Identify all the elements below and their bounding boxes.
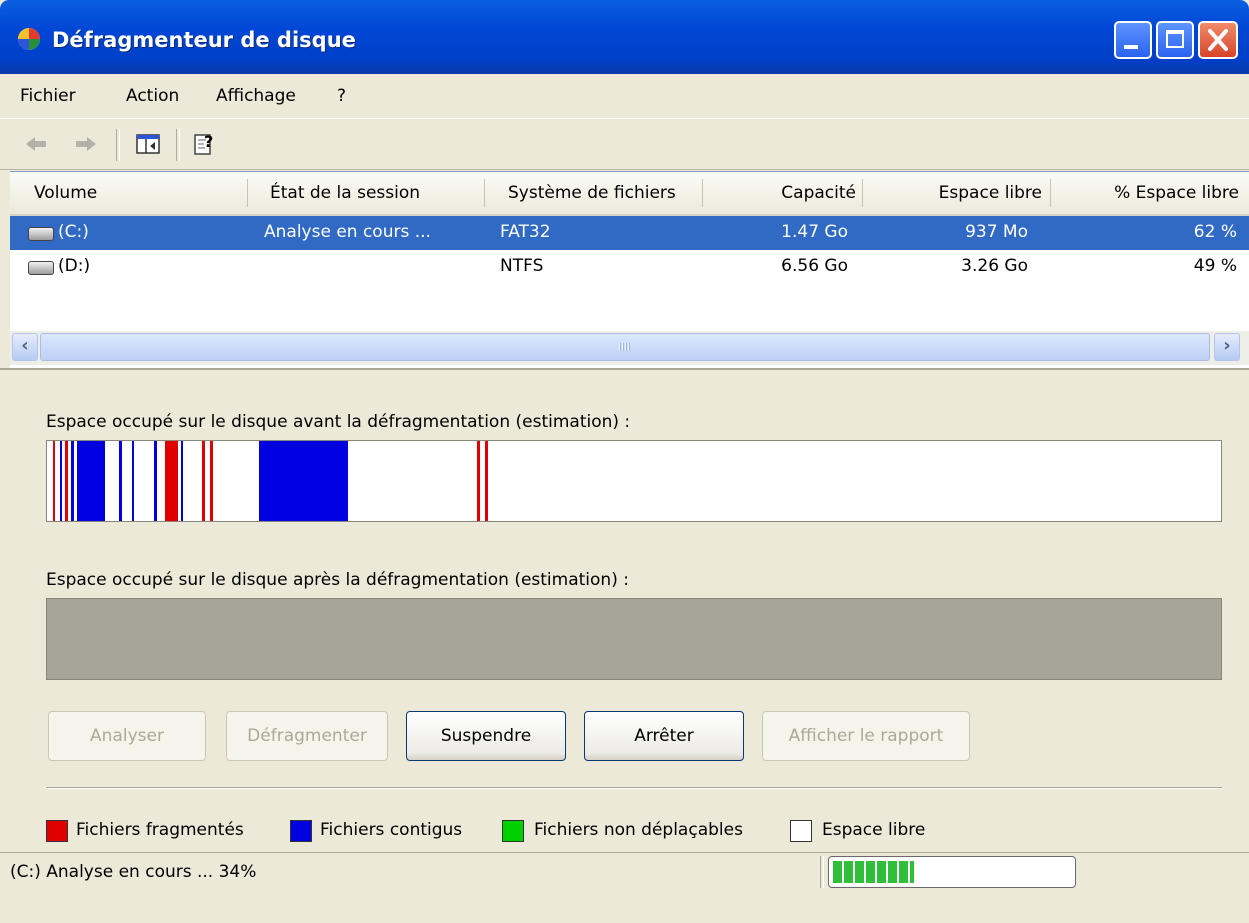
view-report-button[interactable]: Afficher le rapport (762, 711, 970, 761)
free-space: 937 Mo (965, 222, 1028, 242)
file-system: NTFS (500, 256, 544, 276)
legend-swatch-free-space (790, 820, 812, 842)
help-icon[interactable]: ? (192, 131, 218, 157)
legend-swatch-unmovable (502, 820, 524, 842)
col-separator[interactable] (1050, 179, 1051, 207)
map-segment (119, 441, 122, 521)
file-system: FAT32 (500, 222, 551, 242)
pause-button[interactable]: Suspendre (406, 711, 566, 761)
legend-swatch-fragmented (46, 820, 68, 842)
chevron-right-icon: › (1223, 335, 1231, 356)
status-separator (820, 856, 824, 888)
scroll-left-button[interactable]: ‹ (12, 333, 38, 361)
back-arrow-icon[interactable] (24, 134, 48, 154)
capacity: 6.56 Go (781, 256, 848, 276)
map-segment (65, 441, 68, 521)
minimize-icon (1124, 45, 1138, 49)
fragmentation-map (53, 441, 488, 521)
progress-bar (828, 856, 1076, 888)
defragment-button[interactable]: Défragmenter (226, 711, 388, 761)
toolbar: ? (0, 118, 1249, 170)
map-segment (53, 441, 55, 521)
col-free-percent[interactable]: % Espace libre (1114, 183, 1239, 203)
after-defrag-map (46, 598, 1222, 680)
divider (46, 787, 1222, 789)
legend-label-fragmented: Fichiers fragmentés (76, 820, 244, 840)
drive-icon (28, 261, 54, 275)
legend-swatch-contiguous (290, 820, 312, 842)
col-separator[interactable] (702, 179, 703, 207)
scroll-right-button[interactable]: › (1214, 333, 1240, 361)
scroll-thumb[interactable] (40, 333, 1210, 361)
maximize-button[interactable] (1156, 21, 1194, 59)
table-row[interactable]: (D:) NTFS 6.56 Go 3.26 Go 49 % (10, 250, 1249, 284)
horizontal-scrollbar[interactable]: ‹ › (10, 331, 1249, 365)
col-separator[interactable] (862, 179, 863, 207)
app-icon (18, 28, 40, 50)
map-segment (77, 441, 105, 521)
maximize-icon (1166, 30, 1184, 48)
free-percent: 62 % (1193, 222, 1237, 242)
close-icon (1208, 29, 1228, 51)
col-separator[interactable] (247, 179, 248, 207)
map-segment (210, 441, 213, 521)
drive-icon (28, 227, 54, 241)
col-capacity[interactable]: Capacité (781, 183, 856, 203)
legend-label-contiguous: Fichiers contigus (320, 820, 463, 840)
menu-action[interactable]: Action (126, 86, 179, 106)
col-separator[interactable] (484, 179, 485, 207)
col-state[interactable]: État de la session (270, 183, 420, 203)
menu-help[interactable]: ? (337, 86, 346, 106)
legend-label-unmovable: Fichiers non déplaçables (534, 820, 743, 840)
before-map-label: Espace occupé sur le disque avant la déf… (46, 412, 631, 432)
grip-icon (619, 343, 631, 351)
free-space: 3.26 Go (961, 256, 1028, 276)
free-percent: 49 % (1193, 256, 1237, 276)
map-segment (60, 441, 62, 521)
col-volume[interactable]: Volume (34, 183, 97, 203)
close-button[interactable] (1198, 21, 1238, 59)
menu-fichier[interactable]: Fichier (20, 86, 76, 106)
forward-arrow-icon[interactable] (74, 134, 98, 154)
status-text: (C:) Analyse en cours ... 34% (10, 862, 257, 882)
stop-button[interactable]: Arrêter (584, 711, 744, 761)
before-defrag-map (46, 440, 1222, 522)
window-title: Défragmenteur de disque (52, 28, 356, 52)
map-segment (165, 441, 178, 521)
map-segment (71, 441, 74, 521)
list-header: Volume État de la session Système de fic… (10, 172, 1249, 217)
menu-affichage[interactable]: Affichage (216, 86, 296, 106)
minimize-button[interactable] (1114, 21, 1152, 59)
volume-name: (D:) (58, 256, 91, 276)
toolbar-separator (116, 129, 120, 161)
menu-bar: Fichier Action Affichage ? (0, 76, 1249, 116)
table-row[interactable]: (C:) Analyse en cours ... FAT32 1.47 Go … (10, 216, 1249, 250)
capacity: 1.47 Go (781, 222, 848, 242)
map-segment (477, 441, 480, 521)
col-free-space[interactable]: Espace libre (939, 183, 1042, 203)
session-state: Analyse en cours ... (264, 222, 431, 242)
map-segment (259, 441, 348, 521)
col-filesystem[interactable]: Système de fichiers (508, 183, 676, 203)
map-segment (132, 441, 134, 521)
map-segment (181, 441, 183, 521)
map-segment (202, 441, 205, 521)
progress-fill (833, 861, 914, 883)
legend-label-free-space: Espace libre (822, 820, 926, 840)
toolbar-separator (176, 129, 180, 161)
map-segment (485, 441, 488, 521)
analyze-button[interactable]: Analyser (48, 711, 206, 761)
map-segment (154, 441, 157, 521)
svg-text:?: ? (204, 132, 213, 151)
volume-name: (C:) (58, 222, 89, 242)
chevron-left-icon: ‹ (21, 335, 29, 356)
show-hide-tree-icon[interactable] (136, 134, 160, 154)
after-map-label: Espace occupé sur le disque après la déf… (46, 570, 629, 590)
